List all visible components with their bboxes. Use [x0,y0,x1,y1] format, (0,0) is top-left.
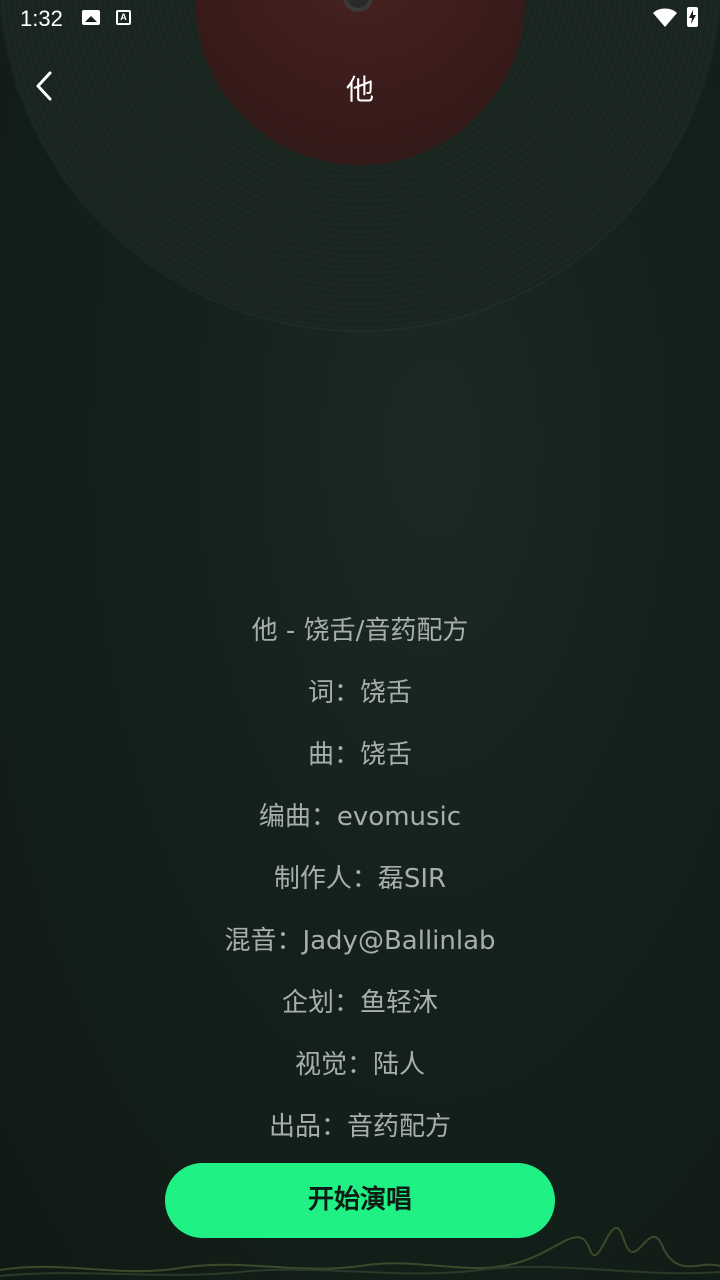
credit-composer: 曲：饶舌 [307,740,412,770]
credit-publisher: 出品：音药配方 [268,1112,451,1140]
image-icon [82,10,100,25]
credit-visual: 视觉：陆人 [294,1050,425,1080]
credit-mixing: 混音：Jady@Ballinlab [224,926,496,956]
status-bar: 1:32 A [0,0,720,38]
page-title: 他 [345,73,374,106]
start-singing-button[interactable]: 开始演唱 [165,1163,555,1238]
font-a-icon: A [116,10,131,25]
credit-lyrics: 词：饶舌 [307,678,412,708]
credit-planning: 企划：鱼轻沐 [281,988,438,1018]
status-time: 1:32 [20,6,63,31]
song-credits: 他 - 饶舌/音药配方 词：饶舌 曲：饶舌 编曲：evomusic 制作人：磊S… [0,600,720,1140]
credit-song-title: 他 - 饶舌/音药配方 [251,616,469,646]
battery-charging-icon [687,7,698,27]
wifi-icon [653,8,677,27]
credit-arranger: 编曲：evomusic [258,802,462,832]
credit-producer: 制作人：磊SIR [273,864,447,894]
song-detail-screen: 1:32 A 他 他 - 饶舌/音药配方 词：饶舌 曲：饶舌 编曲：evomus… [0,0,720,1280]
